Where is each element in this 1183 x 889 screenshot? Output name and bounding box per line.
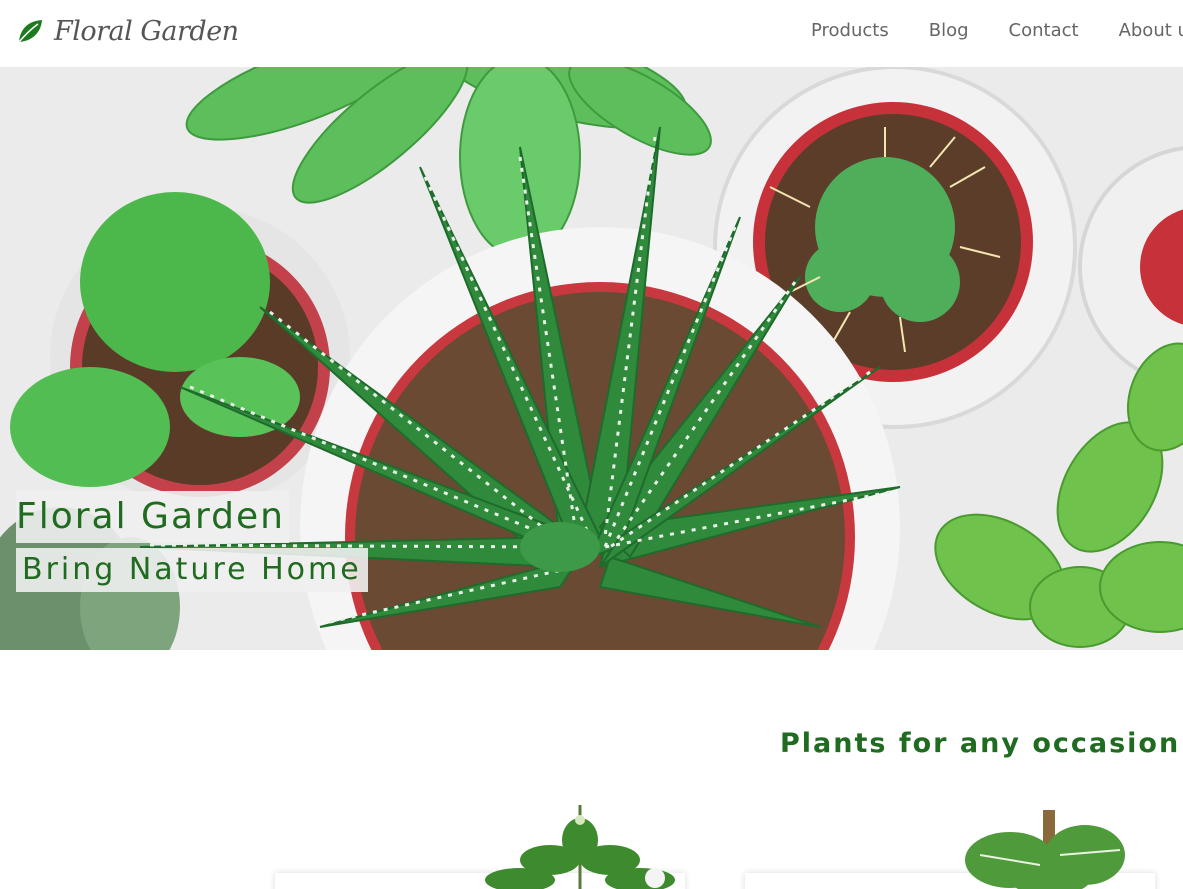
logo-text: Floral Garden — [54, 15, 239, 47]
hero-title: Floral Garden — [16, 491, 289, 543]
hero-banner: Floral Garden Bring Nature Home — [0, 67, 1183, 650]
site-header: Floral Garden Products Blog Contact Abou… — [0, 0, 1183, 67]
product-image — [485, 805, 675, 889]
section-title: Plants for any occasion — [780, 728, 1181, 759]
nav-link-products[interactable]: Products — [811, 20, 889, 41]
nav-link-blog[interactable]: Blog — [929, 20, 969, 41]
main-nav: Products Blog Contact About us — [811, 20, 1183, 41]
nav-link-contact[interactable]: Contact — [1009, 20, 1079, 41]
nav-link-about-us[interactable]: About us — [1119, 20, 1183, 41]
product-image — [965, 810, 1125, 889]
hero-subtitle: Bring Nature Home — [16, 548, 368, 592]
site-logo[interactable]: Floral Garden — [16, 11, 239, 51]
leaf-icon — [16, 17, 44, 45]
